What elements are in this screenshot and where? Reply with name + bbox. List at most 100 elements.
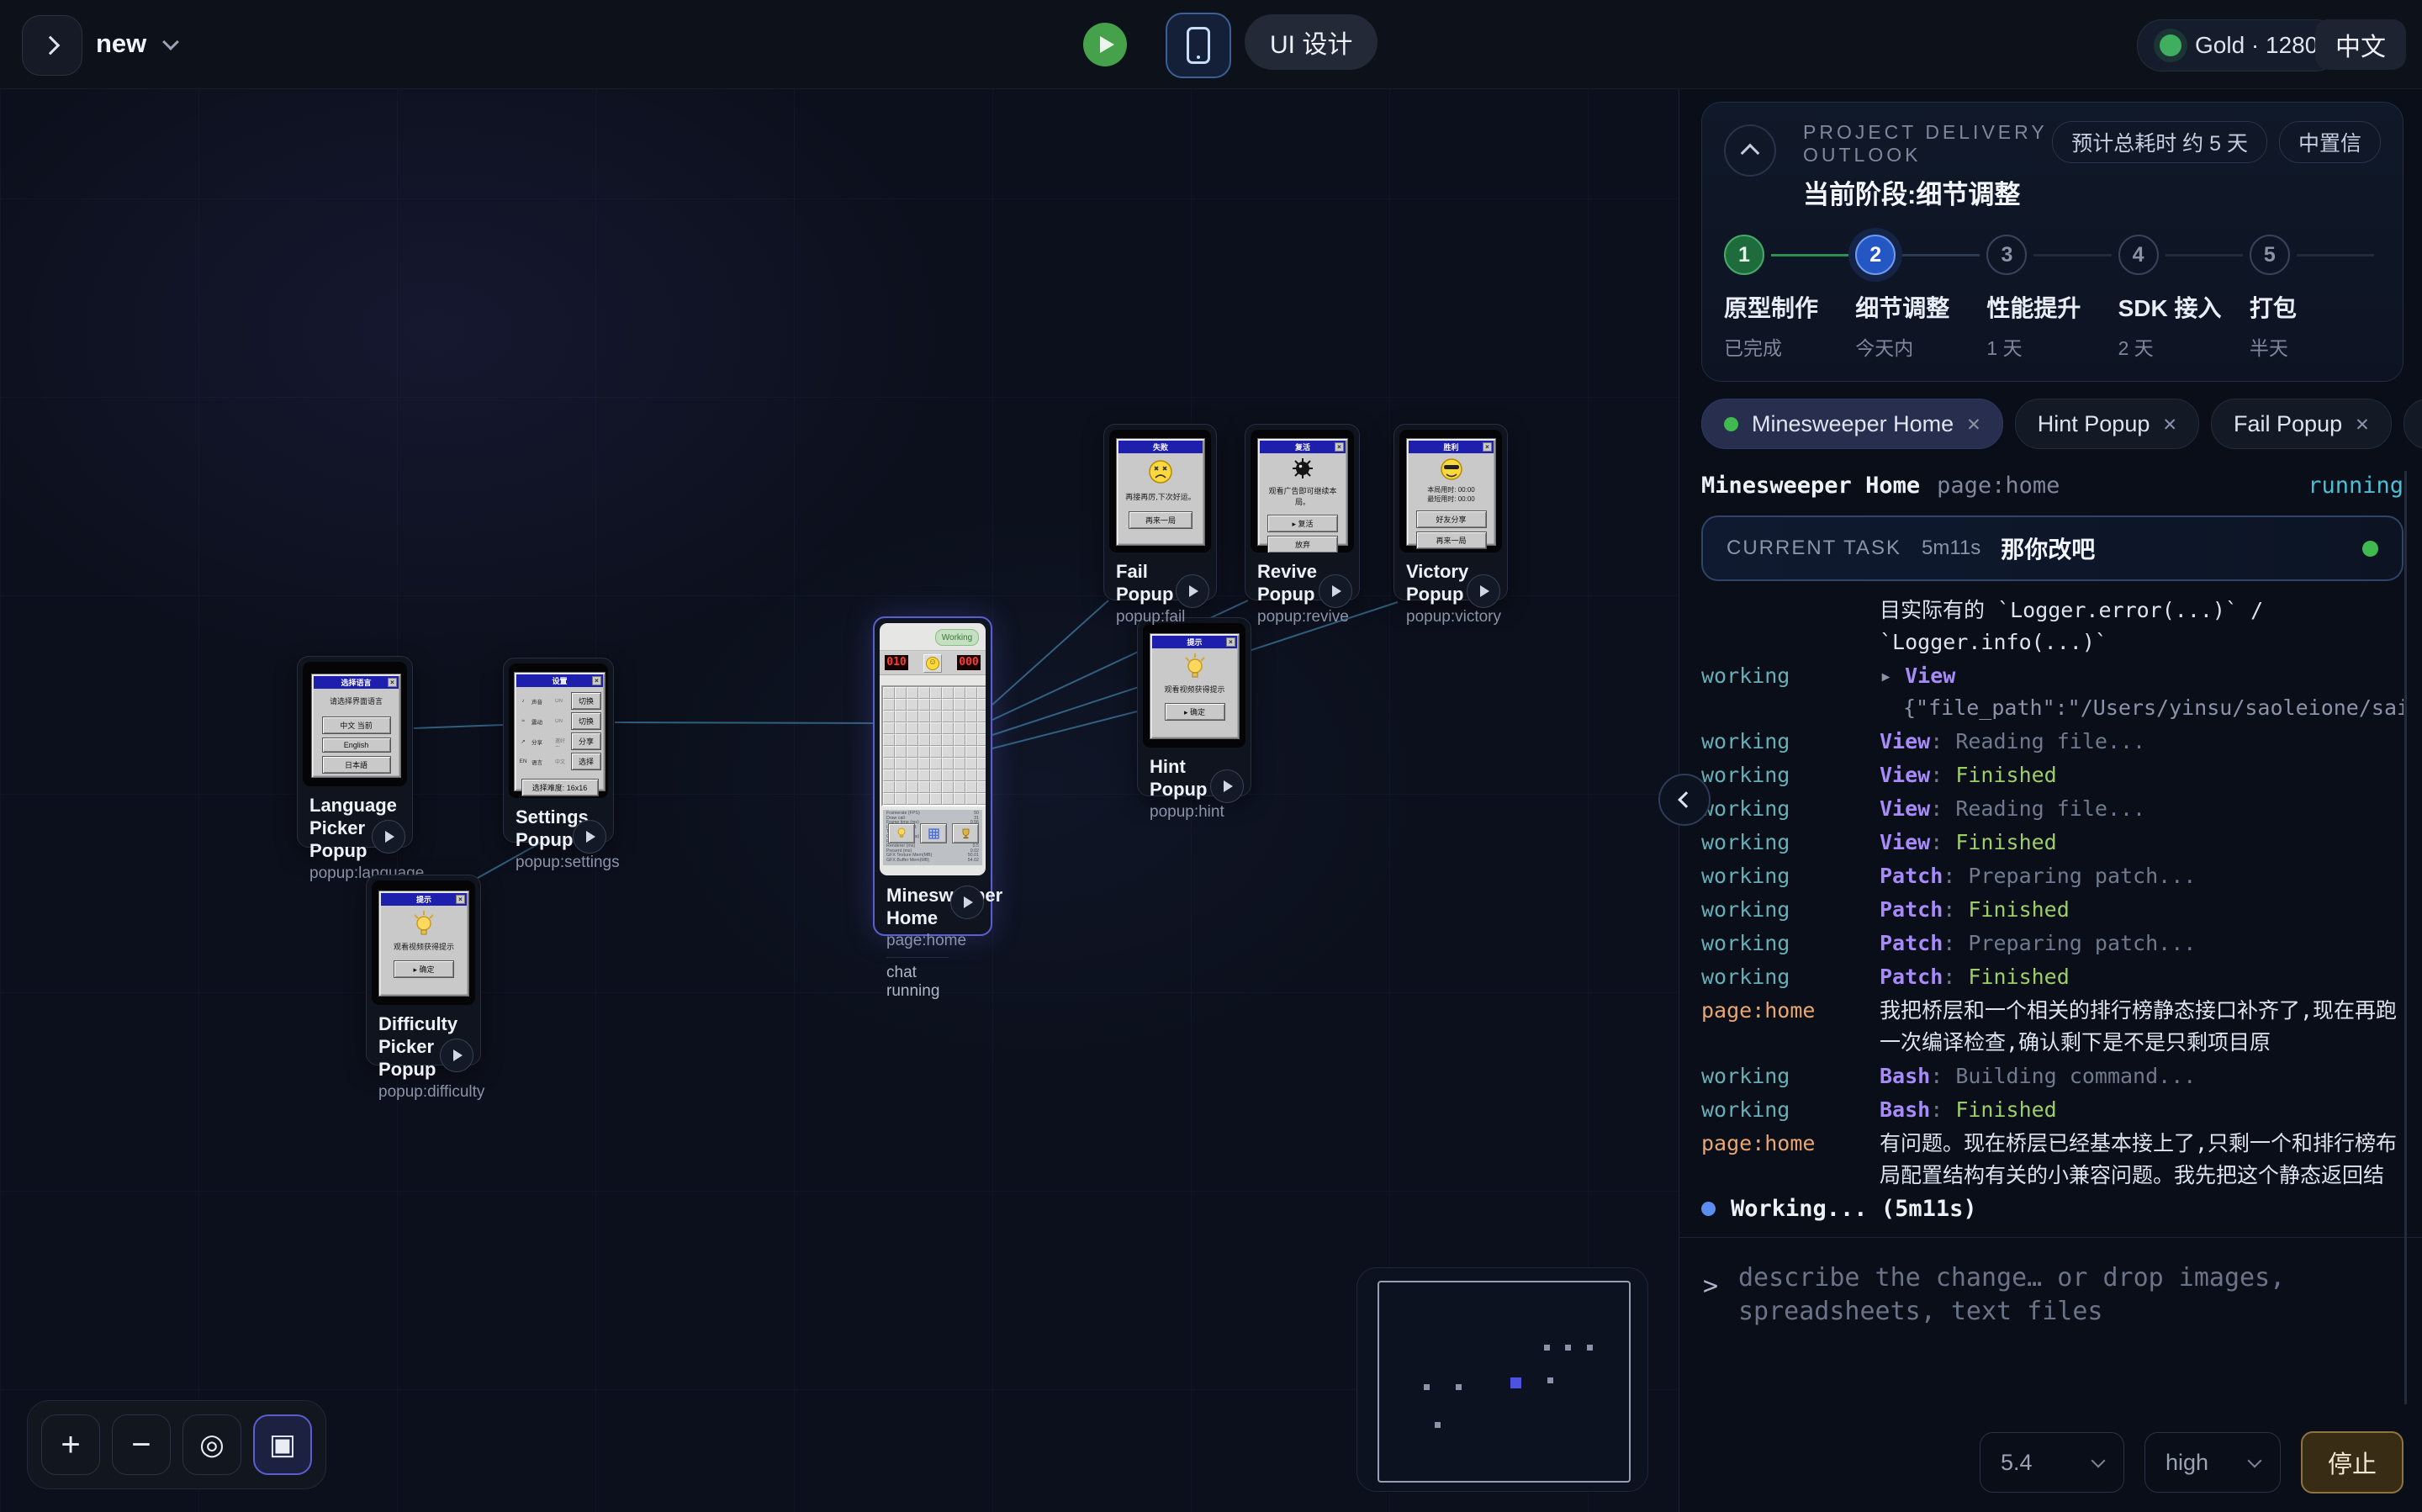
tab-r[interactable]: R	[2403, 399, 2422, 449]
minesweeper-cell[interactable]	[895, 793, 907, 805]
minesweeper-cell[interactable]	[930, 687, 942, 699]
zoom-out-button[interactable]: −	[112, 1414, 171, 1475]
minesweeper-cell[interactable]	[930, 722, 942, 734]
minesweeper-cell[interactable]	[907, 746, 918, 758]
minesweeper-cell[interactable]	[977, 699, 986, 711]
minesweeper-cell[interactable]	[895, 699, 907, 711]
minimap[interactable]	[1356, 1267, 1648, 1492]
language-option-zh-button[interactable]: 中文 当前	[322, 716, 391, 734]
canvas-node-minesweeper-home[interactable]: Working 010 ☺ 000 Framerate (FPS)50Draw …	[873, 616, 992, 936]
canvas-node-fail-popup[interactable]: 失败 再接再厉,下次好运。 再来一局 Fail Popup popup:fail	[1103, 424, 1217, 600]
minesweeper-cell[interactable]	[965, 793, 977, 805]
minesweeper-cell[interactable]	[883, 699, 895, 711]
minesweeper-cell[interactable]	[918, 699, 930, 711]
play-again-button[interactable]: 再来一局	[1129, 511, 1192, 529]
project-name[interactable]: new	[96, 29, 146, 59]
canvas-node-language-popup[interactable]: 选择语言 × 请选择界面语言 中文 当前 English 日本語 Languag…	[297, 656, 413, 848]
minesweeper-cell[interactable]	[895, 769, 907, 781]
activity-log[interactable]: 目实际有的 `Logger.error(...)` / `Logger.info…	[1701, 593, 2403, 1186]
chat-scrollbar[interactable]	[2404, 471, 2407, 1404]
close-tab-icon[interactable]: ✕	[2356, 411, 2369, 436]
minesweeper-cell[interactable]	[895, 746, 907, 758]
language-option-ja-button[interactable]: 日本語	[322, 756, 391, 774]
minesweeper-cell[interactable]	[942, 769, 954, 781]
minesweeper-cell[interactable]	[907, 722, 918, 734]
minesweeper-cell[interactable]	[942, 687, 954, 699]
minesweeper-cell[interactable]	[977, 711, 986, 722]
trophy-tool-button[interactable]	[952, 823, 979, 843]
minesweeper-cell[interactable]	[954, 781, 965, 793]
minesweeper-cell[interactable]	[918, 758, 930, 769]
mobile-preview-button[interactable]	[1166, 13, 1231, 78]
zoom-in-button[interactable]: +	[41, 1414, 100, 1475]
node-play-button[interactable]	[573, 820, 606, 854]
minesweeper-cell[interactable]	[918, 722, 930, 734]
run-button[interactable]	[1083, 23, 1127, 66]
close-tab-icon[interactable]: ✕	[2163, 411, 2176, 436]
minesweeper-cell[interactable]	[954, 769, 965, 781]
minesweeper-cell[interactable]	[942, 734, 954, 746]
minesweeper-cell[interactable]	[918, 769, 930, 781]
dialog-close-icon[interactable]: ×	[1226, 637, 1235, 647]
revive-button[interactable]: ▸ 复活	[1267, 515, 1338, 532]
minesweeper-cell[interactable]	[930, 758, 942, 769]
canvas-node-revive-popup[interactable]: 复活 × 观看广告即可继续本局。 ▸ 复活 放弃 Revive Popup po…	[1245, 424, 1360, 600]
confirm-button[interactable]: ▸ 确定	[394, 960, 454, 978]
minesweeper-cell[interactable]	[965, 781, 977, 793]
current-task-card[interactable]: CURRENT TASK 5m11s 那你改吧	[1701, 515, 2403, 581]
confirm-button[interactable]: ▸ 确定	[1165, 703, 1225, 721]
minesweeper-cell[interactable]	[930, 781, 942, 793]
minesweeper-cell[interactable]	[954, 722, 965, 734]
toggle-sound-button[interactable]: 切换	[571, 692, 601, 710]
canvas-node-hint-popup[interactable]: 提示 × 观看视频获得提示 ▸ 确定 Hint Popup popup:hint	[1137, 617, 1251, 796]
sidebar-expand-button[interactable]	[22, 15, 82, 76]
minesweeper-cell[interactable]	[930, 769, 942, 781]
minesweeper-cell[interactable]	[942, 711, 954, 722]
share-with-friends-button[interactable]: 好友分享	[1416, 510, 1487, 528]
minesweeper-cell[interactable]	[942, 722, 954, 734]
minesweeper-cell[interactable]	[918, 793, 930, 805]
minesweeper-cell[interactable]	[954, 734, 965, 746]
dialog-close-icon[interactable]: ×	[456, 895, 465, 904]
minesweeper-cell[interactable]	[907, 734, 918, 746]
minesweeper-cell[interactable]	[930, 746, 942, 758]
minesweeper-cell[interactable]	[907, 793, 918, 805]
minesweeper-cell[interactable]	[907, 769, 918, 781]
ui-design-button[interactable]: UI 设计	[1245, 14, 1378, 70]
outlook-collapse-button[interactable]	[1724, 124, 1776, 177]
stop-button[interactable]: 停止	[2301, 1431, 2403, 1493]
minesweeper-cell[interactable]	[965, 711, 977, 722]
tab-hint-popup[interactable]: Hint Popup✕	[2015, 399, 2199, 449]
panel-collapse-button[interactable]	[1658, 774, 1711, 826]
language-switch-button[interactable]: 中文	[2315, 19, 2406, 70]
smiley-face-button[interactable]: ☺	[923, 654, 942, 673]
design-canvas[interactable]: 选择语言 × 请选择界面语言 中文 当前 English 日本語 Languag…	[0, 0, 1679, 1512]
choose-language-button[interactable]: 选择	[571, 753, 601, 770]
minesweeper-cell[interactable]	[954, 711, 965, 722]
plan-badge[interactable]: Gold · 1280	[2137, 19, 2340, 71]
minesweeper-cell[interactable]	[977, 781, 986, 793]
play-again-button[interactable]: 再来一局	[1416, 531, 1487, 549]
dialog-close-icon[interactable]: ×	[388, 678, 397, 687]
dialog-close-icon[interactable]: ×	[1483, 442, 1492, 452]
minesweeper-cell[interactable]	[954, 699, 965, 711]
node-play-button[interactable]	[1176, 574, 1209, 608]
close-tab-icon[interactable]: ✕	[1967, 411, 1980, 436]
node-play-button[interactable]	[950, 886, 984, 919]
minesweeper-cell[interactable]	[883, 758, 895, 769]
minesweeper-cell[interactable]	[883, 734, 895, 746]
minesweeper-cell[interactable]	[930, 699, 942, 711]
chat-input[interactable]	[1737, 1260, 2329, 1389]
minesweeper-cell[interactable]	[930, 711, 942, 722]
minesweeper-cell[interactable]	[965, 769, 977, 781]
canvas-node-difficulty-popup[interactable]: 提示 × 观看视频获得提示 ▸ 确定 Difficulty Picker Pop…	[366, 875, 481, 1065]
minesweeper-cell[interactable]	[883, 781, 895, 793]
minesweeper-cell[interactable]	[883, 722, 895, 734]
minesweeper-cell[interactable]	[895, 711, 907, 722]
minesweeper-cell[interactable]	[883, 687, 895, 699]
minesweeper-cell[interactable]	[895, 722, 907, 734]
effort-select[interactable]: high	[2144, 1432, 2281, 1493]
minesweeper-cell[interactable]	[918, 734, 930, 746]
minesweeper-cell[interactable]	[942, 758, 954, 769]
minesweeper-cell[interactable]	[977, 687, 986, 699]
